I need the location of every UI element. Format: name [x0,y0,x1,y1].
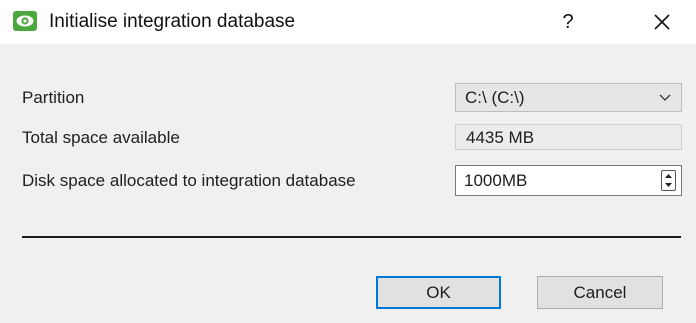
ok-button[interactable]: OK [376,276,501,309]
spin-down-arrow-icon[interactable] [662,181,675,190]
cancel-button[interactable]: Cancel [537,276,663,309]
title-bar: Initialise integration database ? [0,0,696,44]
divider [22,236,681,238]
close-icon [654,14,670,30]
chevron-down-icon [659,94,671,101]
spin-buttons [661,170,676,191]
disk-allocated-input[interactable] [460,168,648,193]
window-title: Initialise integration database [49,11,296,32]
partition-selected-value: C:\ (C:\) [465,88,525,107]
dialog: Initialise integration database ? Partit… [0,0,696,323]
disk-allocated-label: Disk space allocated to integration data… [22,171,356,190]
disk-allocated-stepper[interactable] [455,165,682,196]
partition-label: Partition [22,88,85,107]
total-space-label: Total space available [22,128,180,147]
spin-up-arrow-icon[interactable] [662,171,675,180]
close-button[interactable] [640,6,684,38]
eye-app-icon [13,11,37,31]
total-space-value: 4435 MB [466,128,535,147]
total-space-value-field: 4435 MB [455,124,682,150]
help-button[interactable]: ? [548,6,588,38]
partition-select[interactable]: C:\ (C:\) [455,83,682,112]
